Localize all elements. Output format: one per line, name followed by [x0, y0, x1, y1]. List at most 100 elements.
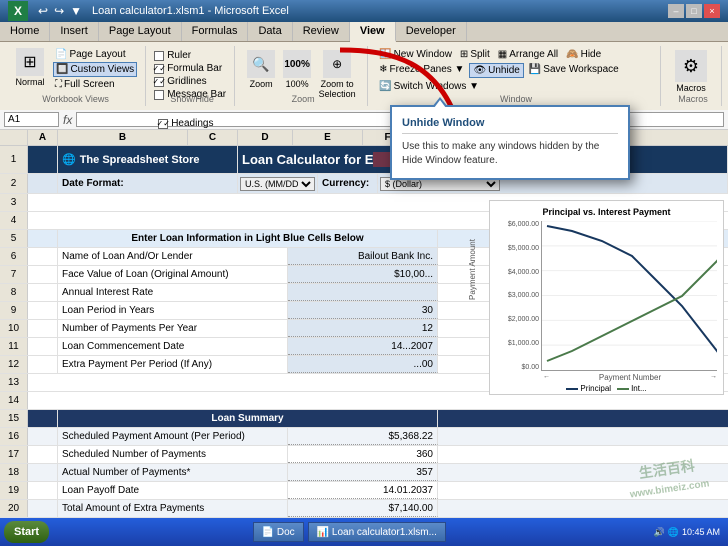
cell-e16-value[interactable]: $5,368.22	[288, 428, 438, 445]
tab-home[interactable]: Home	[0, 22, 50, 41]
cell-a7[interactable]	[28, 266, 58, 283]
window-group: 🪟 New Window ⊞ Split ▦ Arrange All 🙈 Hid…	[372, 46, 661, 106]
cell-b5-header[interactable]: Enter Loan Information in Light Blue Cel…	[58, 230, 438, 247]
cell-e18-value[interactable]: 357	[288, 464, 438, 481]
name-box[interactable]	[4, 112, 59, 127]
switch-windows-button[interactable]: 🔄 Switch Windows ▼	[376, 80, 482, 93]
cell-a12[interactable]	[28, 356, 58, 373]
cell-b2[interactable]: Date Format:	[58, 174, 238, 193]
unhide-button[interactable]: 👁 Unhide	[469, 63, 523, 78]
maximize-button[interactable]: □	[686, 4, 702, 18]
cell-currency-label[interactable]: Currency:	[318, 174, 378, 193]
redo-button[interactable]: ↪	[52, 3, 66, 19]
ribbon-content: ⊞ Normal 📄 Page Layout 🔲 Custom Views ⛶ …	[0, 42, 728, 110]
undo-button[interactable]: ↩	[36, 3, 50, 19]
cell-e19-value[interactable]: 14.01.2037	[288, 482, 438, 499]
cell-date-dropdown[interactable]: U.S. (MM/DD/YYYY)	[238, 174, 318, 193]
zoom-100-button[interactable]: 100% 100%	[281, 48, 313, 91]
normal-button[interactable]: ⊞ Normal	[10, 46, 50, 89]
cell-b19[interactable]: Loan Payoff Date	[58, 482, 288, 499]
freeze-panes-button[interactable]: ❄ Freeze Panes ▼	[376, 63, 467, 76]
cell-rest15[interactable]	[438, 410, 728, 427]
hide-button[interactable]: 🙈 Hide	[563, 48, 604, 61]
cell-a10[interactable]	[28, 320, 58, 337]
custom-views-button[interactable]: 🔲 Custom Views	[53, 62, 137, 77]
taskbar-excel-item[interactable]: 📊 Loan calculator1.xlsm...	[308, 522, 446, 542]
scheduled-payment-value: $5,368.22	[389, 431, 434, 442]
cell-rest17[interactable]	[438, 446, 728, 463]
cell-b6[interactable]: Name of Loan And/Or Lender	[58, 248, 288, 265]
cell-a11[interactable]	[28, 338, 58, 355]
close-button[interactable]: ×	[704, 4, 720, 18]
cell-a17[interactable]	[28, 446, 58, 463]
payments-per-year-value: 12	[422, 323, 433, 334]
full-screen-button[interactable]: ⛶ Full Screen	[53, 78, 137, 91]
cell-e9-value[interactable]: 30	[288, 302, 438, 319]
cell-b12[interactable]: Extra Payment Per Period (If Any)	[58, 356, 288, 373]
macros-button[interactable]: ⚙ Macros	[669, 48, 713, 95]
date-format-label: Date Format:	[62, 178, 124, 189]
tab-view[interactable]: View	[350, 22, 396, 42]
cell-e10-value[interactable]: 12	[288, 320, 438, 337]
cell-a16[interactable]	[28, 428, 58, 445]
cell-a15[interactable]	[28, 410, 58, 427]
cell-b20[interactable]: Total Amount of Extra Payments	[58, 500, 288, 517]
cell-e12-value[interactable]: ...00	[288, 356, 438, 373]
zoom-100-icon: 100%	[283, 50, 311, 78]
formula-bar-checkbox[interactable]: ✓ Formula Bar	[154, 63, 226, 74]
cell-a9[interactable]	[28, 302, 58, 319]
cell-a20[interactable]	[28, 500, 58, 517]
tab-review[interactable]: Review	[293, 22, 350, 41]
cell-b17[interactable]: Scheduled Number of Payments	[58, 446, 288, 463]
tab-insert[interactable]: Insert	[50, 22, 99, 41]
cell-a19[interactable]	[28, 482, 58, 499]
cell-b1[interactable]: 🌐 The Spreadsheet Store	[58, 146, 238, 173]
cell-e8-value[interactable]	[288, 284, 438, 301]
cell-e7-value[interactable]: $10,00...	[288, 266, 438, 283]
headings-checkbox[interactable]: ✓ Headings	[158, 118, 226, 129]
tab-data[interactable]: Data	[248, 22, 292, 41]
popup-dialog[interactable]: Unhide Window Use this to make any windo…	[390, 105, 630, 180]
cell-b8[interactable]: Annual Interest Rate	[58, 284, 288, 301]
cell-rest16[interactable]	[438, 428, 728, 445]
cell-b15-header[interactable]: Loan Summary	[58, 410, 438, 427]
split-button[interactable]: ⊞ Split	[457, 48, 493, 61]
split-label: Split	[470, 49, 489, 60]
start-button[interactable]: Start	[4, 521, 49, 543]
cell-a5[interactable]	[28, 230, 58, 247]
zoom-selection-icon: ⊕	[323, 50, 351, 78]
cell-b18[interactable]: Actual Number of Payments*	[58, 464, 288, 481]
cell-e11-value[interactable]: 14...2007	[288, 338, 438, 355]
save-workspace-button[interactable]: 💾 Save Workspace	[526, 63, 622, 76]
cell-rest18[interactable]	[438, 464, 728, 481]
cell-e6-value[interactable]: Bailout Bank Inc.	[288, 248, 438, 265]
cell-rest20[interactable]	[438, 500, 728, 517]
date-format-select[interactable]: U.S. (MM/DD/YYYY)	[240, 177, 315, 191]
cell-b9[interactable]: Loan Period in Years	[58, 302, 288, 319]
minimize-button[interactable]: –	[668, 4, 684, 18]
new-window-button[interactable]: 🪟 New Window	[376, 48, 455, 61]
cell-b10[interactable]: Number of Payments Per Year	[58, 320, 288, 337]
cell-rest19[interactable]	[438, 482, 728, 499]
tab-developer[interactable]: Developer	[396, 22, 467, 41]
cell-b11[interactable]: Loan Commencement Date	[58, 338, 288, 355]
zoom-button[interactable]: 🔍 Zoom	[243, 48, 279, 91]
cell-b7[interactable]: Face Value of Loan (Original Amount)	[58, 266, 288, 283]
cell-a18[interactable]	[28, 464, 58, 481]
gridlines-checkbox[interactable]: ✓ Gridlines	[154, 76, 226, 87]
cell-a8[interactable]	[28, 284, 58, 301]
excel-item-label: 📊 Loan calculator1.xlsm...	[317, 527, 437, 538]
arrange-all-button[interactable]: ▦ Arrange All	[495, 48, 561, 61]
cell-a6[interactable]	[28, 248, 58, 265]
cell-a2[interactable]	[28, 174, 58, 193]
ruler-checkbox[interactable]: Ruler	[154, 50, 226, 61]
cell-e20-value[interactable]: $7,140.00	[288, 500, 438, 517]
tab-formulas[interactable]: Formulas	[182, 22, 249, 41]
cell-e17-value[interactable]: 360	[288, 446, 438, 463]
cell-b16[interactable]: Scheduled Payment Amount (Per Period)	[58, 428, 288, 445]
page-layout-button[interactable]: 📄 Page Layout	[53, 48, 137, 61]
cell-a1[interactable]	[28, 146, 58, 173]
quick-access-dropdown[interactable]: ▼	[68, 3, 84, 19]
taskbar-doc-item[interactable]: 📄 Doc	[253, 522, 304, 542]
tab-page-layout[interactable]: Page Layout	[99, 22, 182, 41]
